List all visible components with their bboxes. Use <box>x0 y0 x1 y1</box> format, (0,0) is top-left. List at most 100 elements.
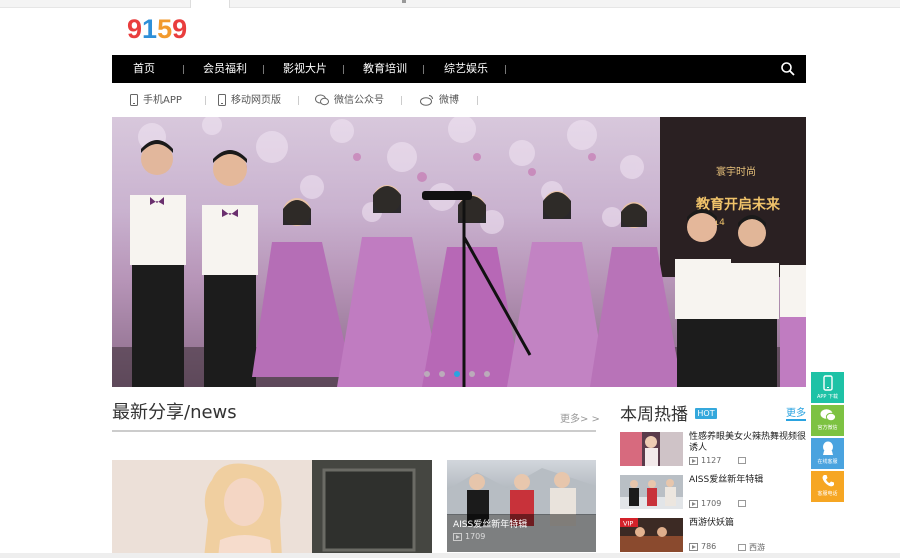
vip-tag: VIP <box>623 520 633 528</box>
side-app-download-button[interactable]: APP 下载 <box>811 372 844 403</box>
horizontal-scrollbar[interactable] <box>0 553 900 558</box>
hot-item-views: 1127 <box>689 456 721 465</box>
logo-char: 9 <box>172 14 188 44</box>
sub-link-label: 移动网页版 <box>231 95 281 106</box>
hot-badge: HOT <box>695 408 717 419</box>
sub-separator <box>401 96 402 105</box>
side-float-toolbar: APP 下载 官方微信 在线客服 客服电话 <box>811 372 844 504</box>
card-large-thumbnail <box>112 460 432 558</box>
hot-item-category <box>738 456 749 465</box>
hot-item-thumbnail <box>620 475 683 509</box>
top-strip-dot <box>402 0 406 3</box>
category-label: 西游 <box>749 543 765 552</box>
side-button-label: 客服电话 <box>817 491 838 497</box>
sub-link-bar: 手机APP 移动网页版 微信公众号 微博 <box>112 88 806 114</box>
banner-sign-logo: 寰宇时尚 <box>716 165 756 178</box>
sub-separator <box>298 96 299 105</box>
hot-section-title: 本周热播 <box>620 405 688 425</box>
nav-item-home[interactable]: 首页 <box>133 55 155 83</box>
slide-dot[interactable] <box>484 371 490 377</box>
side-phone-button[interactable]: 客服电话 <box>811 471 844 502</box>
nav-separator <box>423 65 424 74</box>
banner-pagination <box>424 362 499 377</box>
logo-char: 5 <box>157 14 173 44</box>
hot-item-thumbnail: VIP <box>620 518 683 552</box>
side-button-label: 在线客服 <box>817 459 838 465</box>
side-online-service-button[interactable]: 在线客服 <box>811 438 844 469</box>
nav-item-movies[interactable]: 影视大片 <box>283 55 327 83</box>
hot-item-category: 西游 <box>738 542 765 553</box>
wechat-icon <box>820 409 836 422</box>
hot-more-underline <box>786 419 806 421</box>
view-count: 786 <box>701 542 717 551</box>
hot-list-item[interactable]: 性感养眼美女火辣热舞视频很诱人 1127 <box>620 432 806 468</box>
hot-more-link[interactable]: 更多 <box>786 404 806 419</box>
hot-item-category <box>738 499 749 508</box>
sub-link-label: 手机APP <box>143 95 182 106</box>
sub-separator <box>205 96 206 105</box>
latest-section-title: 最新分享/news <box>112 402 237 423</box>
sub-link-app[interactable]: 手机APP <box>130 94 182 108</box>
banner-sign-title: 教育开启未来 <box>696 196 781 213</box>
play-count-icon <box>689 456 698 465</box>
sub-link-label: 微信公众号 <box>334 95 384 106</box>
sub-link-mobile-web[interactable]: 移动网页版 <box>218 94 281 108</box>
logo-char: 1 <box>142 14 158 44</box>
latest-card-small[interactable]: AISS爱丝新年特辑 1709 <box>447 460 596 552</box>
hero-banner[interactable]: 寰宇时尚 教育开启未来 2014 <box>112 117 806 387</box>
calendar-icon <box>738 500 746 507</box>
sub-link-wechat[interactable]: 微信公众号 <box>315 94 384 108</box>
nav-separator <box>183 65 184 74</box>
hot-item-thumbnail <box>620 432 683 466</box>
card-small-views: 1709 <box>453 532 485 541</box>
chat-icon <box>822 441 833 455</box>
sub-link-weibo[interactable]: 微博 <box>420 94 459 108</box>
section-divider <box>112 430 596 432</box>
telephone-icon <box>822 475 834 487</box>
side-button-label: APP 下载 <box>816 394 839 400</box>
slide-dot[interactable] <box>469 371 475 377</box>
phone-icon <box>822 375 833 391</box>
latest-card-large[interactable] <box>112 460 432 558</box>
play-count-icon <box>453 532 462 541</box>
nav-item-variety[interactable]: 综艺娱乐 <box>444 55 488 83</box>
logo-char: 9 <box>127 14 143 44</box>
nav-separator <box>505 65 506 74</box>
main-nav: 首页 会员福利 影视大片 教育培训 综艺娱乐 <box>112 55 806 83</box>
side-wechat-button[interactable]: 官方微信 <box>811 405 844 436</box>
search-icon[interactable] <box>780 61 796 77</box>
play-count-icon <box>689 499 698 508</box>
calendar-icon <box>738 544 746 551</box>
calendar-icon <box>738 457 746 464</box>
nav-item-member[interactable]: 会员福利 <box>203 55 247 83</box>
phone-icon <box>130 94 138 106</box>
latest-more-link[interactable]: 更多> > <box>560 410 600 425</box>
hot-item-title: 西游伏妖篇 <box>689 518 735 528</box>
play-count-icon <box>689 542 698 551</box>
hot-item-title: AISS爱丝新年特辑 <box>689 475 764 485</box>
nav-separator <box>343 65 344 74</box>
site-logo[interactable]: 9159 <box>127 14 187 44</box>
hot-item-title: 性感养眼美女火辣热舞视频很诱人 <box>689 432 807 453</box>
slide-dot[interactable] <box>424 371 430 377</box>
side-button-label: 官方微信 <box>817 425 838 431</box>
hot-list-item[interactable]: VIP 西游伏妖篇 786 西游 <box>620 518 806 554</box>
hot-list-item[interactable]: AISS爱丝新年特辑 1709 <box>620 475 806 511</box>
wechat-icon <box>315 94 329 106</box>
browser-top-strip <box>0 0 900 8</box>
view-count: 1127 <box>701 456 722 465</box>
hot-item-views: 786 <box>689 542 716 551</box>
view-count: 1709 <box>465 532 486 541</box>
mobile-icon <box>218 94 226 106</box>
active-tab-marker <box>190 0 230 8</box>
sub-link-label: 微博 <box>439 95 459 106</box>
weibo-icon <box>420 95 433 106</box>
sub-separator <box>477 96 478 105</box>
slide-dot-active[interactable] <box>454 371 460 377</box>
banner-photo: 寰宇时尚 教育开启未来 2014 <box>112 117 806 387</box>
nav-separator <box>263 65 264 74</box>
hot-item-views: 1709 <box>689 499 721 508</box>
card-small-title: AISS爱丝新年特辑 <box>453 520 528 530</box>
nav-item-education[interactable]: 教育培训 <box>363 55 407 83</box>
slide-dot[interactable] <box>439 371 445 377</box>
